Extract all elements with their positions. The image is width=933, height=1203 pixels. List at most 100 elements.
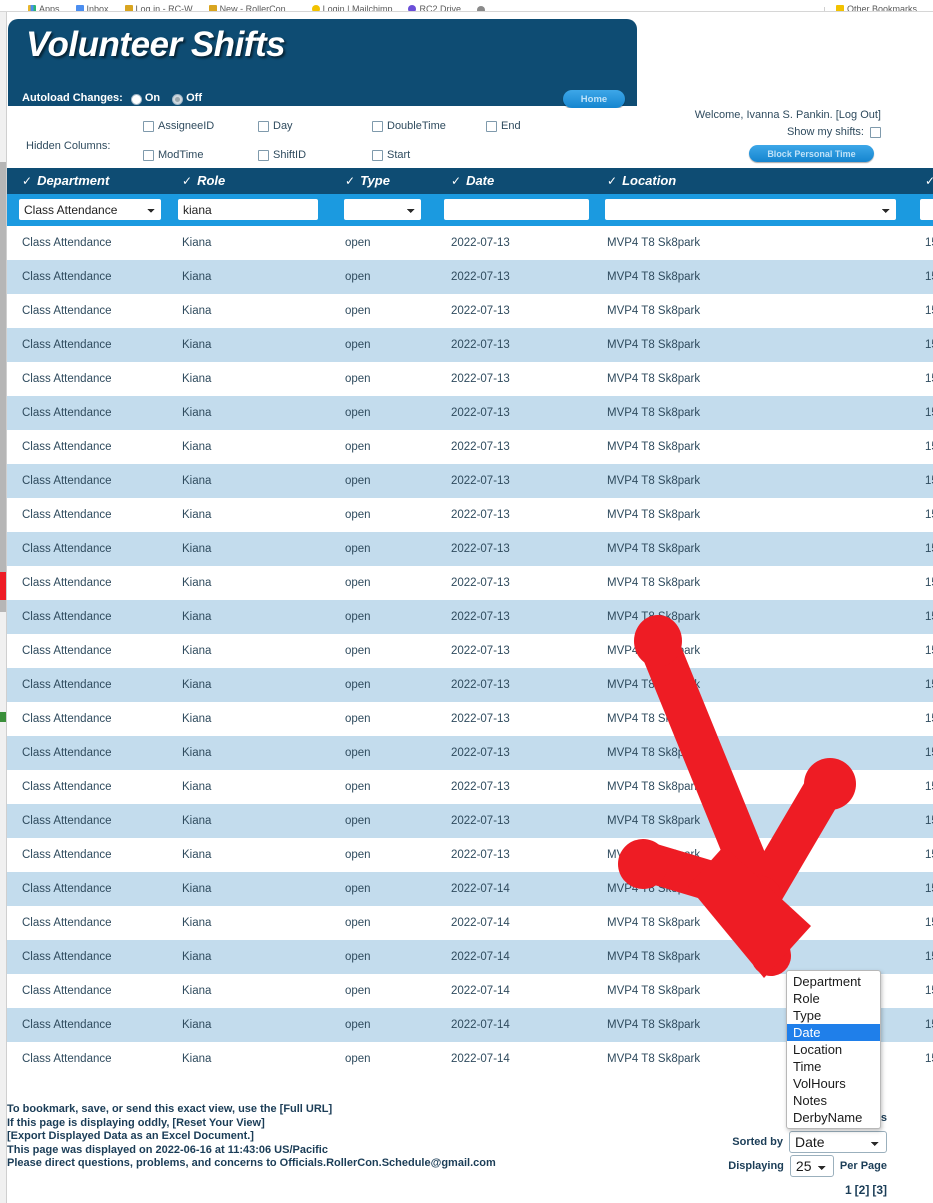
- sort-option-location[interactable]: Location: [787, 1041, 880, 1058]
- cell-location: MVP4 T8 Sk8park: [607, 645, 700, 657]
- table-row[interactable]: Class AttendanceKianaopen2022-07-13MVP4 …: [7, 668, 933, 702]
- column-header-type[interactable]: ✓ Type: [345, 173, 390, 188]
- table-row[interactable]: Class AttendanceKianaopen2022-07-13MVP4 …: [7, 430, 933, 464]
- page-link-3[interactable]: [3]: [872, 1183, 887, 1197]
- bookmark-inbox[interactable]: Inbox: [76, 4, 109, 12]
- autoload-on-label[interactable]: On: [145, 92, 160, 104]
- column-header-label: Role: [197, 173, 225, 188]
- table-row[interactable]: Class AttendanceKianaopen2022-07-13MVP4 …: [7, 770, 933, 804]
- bookmark-apps[interactable]: Apps: [28, 4, 60, 12]
- table-row[interactable]: Class AttendanceKianaopen2022-07-14MVP4 …: [7, 940, 933, 974]
- cell-time: 15: [925, 577, 933, 589]
- filter-location-select[interactable]: [605, 199, 896, 220]
- column-header-department[interactable]: ✓ Department: [22, 173, 109, 188]
- table-row[interactable]: Class AttendanceKianaopen2022-07-13MVP4 …: [7, 464, 933, 498]
- footer-line: If this page is displaying oddly, [Reset…: [7, 1117, 496, 1131]
- sort-option-time[interactable]: Time: [787, 1058, 880, 1075]
- sort-option-date[interactable]: Date: [787, 1024, 880, 1041]
- cell-date: 2022-07-13: [451, 271, 510, 283]
- show-my-shifts-checkbox[interactable]: [870, 127, 881, 138]
- sort-option-derbyname[interactable]: DerbyName: [787, 1109, 880, 1126]
- sort-option-role[interactable]: Role: [787, 990, 880, 1007]
- cell-location: MVP4 T8 Sk8park: [607, 1053, 700, 1065]
- filter-date-input[interactable]: [444, 199, 589, 220]
- checkbox-icon[interactable]: [143, 121, 154, 132]
- table-row[interactable]: Class AttendanceKianaopen2022-07-14MVP4 …: [7, 906, 933, 940]
- checkbox-icon[interactable]: [486, 121, 497, 132]
- bookmark-login-rcw[interactable]: Log in - RC-W: [125, 4, 193, 12]
- home-button[interactable]: Home: [563, 90, 625, 108]
- cell-time: 15: [925, 339, 933, 351]
- hidden-column-day[interactable]: Day: [258, 120, 293, 132]
- checkbox-icon[interactable]: [258, 150, 269, 161]
- bookmark-mailchimp[interactable]: Login | Mailchimp: [312, 4, 393, 12]
- autoload-radio-off[interactable]: [172, 94, 183, 105]
- column-header-location[interactable]: ✓ Location: [607, 173, 676, 188]
- cell-type: open: [345, 271, 371, 283]
- cell-location: MVP4 T8 Sk8park: [607, 373, 700, 385]
- cell-type: open: [345, 339, 371, 351]
- table-row[interactable]: Class AttendanceKianaopen2022-07-13MVP4 …: [7, 566, 933, 600]
- sort-option-department[interactable]: Department: [787, 973, 880, 990]
- autoload-radio-on[interactable]: [131, 94, 142, 105]
- autoload-off-label[interactable]: Off: [186, 92, 202, 104]
- checkbox-icon[interactable]: [143, 150, 154, 161]
- hidden-column-shiftid[interactable]: ShiftID: [258, 149, 306, 161]
- column-header-time[interactable]: ✓ Time: [925, 173, 933, 188]
- page-link-1[interactable]: 1: [845, 1183, 852, 1197]
- bookmark-rc2-drive[interactable]: RC2 Drive: [408, 4, 461, 12]
- sort-by-dropdown-list[interactable]: DepartmentRoleTypeDateLocationTimeVolHou…: [786, 970, 881, 1129]
- checkbox-icon[interactable]: [258, 121, 269, 132]
- checkbox-icon[interactable]: [372, 150, 383, 161]
- page-link-2[interactable]: [2]: [855, 1183, 870, 1197]
- sort-option-volhours[interactable]: VolHours: [787, 1075, 880, 1092]
- table-row[interactable]: Class AttendanceKianaopen2022-07-13MVP4 …: [7, 498, 933, 532]
- table-row[interactable]: Class AttendanceKianaopen2022-07-13MVP4 …: [7, 736, 933, 770]
- cell-date: 2022-07-14: [451, 951, 510, 963]
- table-row[interactable]: Class AttendanceKianaopen2022-07-13MVP4 …: [7, 260, 933, 294]
- table-row[interactable]: Class AttendanceKianaopen2022-07-13MVP4 …: [7, 362, 933, 396]
- per-page-select[interactable]: 25: [790, 1155, 834, 1177]
- sort-option-notes[interactable]: Notes: [787, 1092, 880, 1109]
- scrollbar-thumb[interactable]: [0, 162, 7, 612]
- cell-role: Kiana: [182, 917, 211, 929]
- filter-type-select[interactable]: [344, 199, 421, 220]
- filter-role-input[interactable]: [178, 199, 318, 220]
- hidden-column-start[interactable]: Start: [372, 149, 410, 161]
- table-row[interactable]: Class AttendanceKianaopen2022-07-13MVP4 …: [7, 532, 933, 566]
- block-personal-time-button[interactable]: Block Personal Time: [749, 145, 874, 162]
- bookmark-clock[interactable]: [477, 6, 485, 12]
- table-row[interactable]: Class AttendanceKianaopen2022-07-13MVP4 …: [7, 294, 933, 328]
- viewport-scrollbar[interactable]: [0, 12, 7, 1203]
- column-header-role[interactable]: ✓ Role: [182, 173, 225, 188]
- table-row[interactable]: Class AttendanceKianaopen2022-07-13MVP4 …: [7, 702, 933, 736]
- hidden-column-end[interactable]: End: [486, 120, 521, 132]
- other-bookmarks-folder[interactable]: Other Bookmarks: [816, 4, 917, 12]
- table-row[interactable]: Class AttendanceKianaopen2022-07-13MVP4 …: [7, 600, 933, 634]
- hidden-column-assigneeid[interactable]: AssigneeID: [143, 120, 214, 132]
- sort-option-type[interactable]: Type: [787, 1007, 880, 1024]
- show-my-shifts-row[interactable]: Show my shifts:: [787, 126, 881, 138]
- filter-department-select[interactable]: Class Attendance: [19, 199, 161, 220]
- cell-type: open: [345, 883, 371, 895]
- drive-icon: [408, 5, 416, 12]
- table-row[interactable]: Class AttendanceKianaopen2022-07-13MVP4 …: [7, 328, 933, 362]
- table-row[interactable]: Class AttendanceKianaopen2022-07-13MVP4 …: [7, 226, 933, 260]
- filter-time-input[interactable]: [920, 199, 933, 220]
- cell-type: open: [345, 441, 371, 453]
- cell-department: Class Attendance: [22, 237, 112, 249]
- table-row[interactable]: Class AttendanceKianaopen2022-07-13MVP4 …: [7, 804, 933, 838]
- hidden-column-doubletime[interactable]: DoubleTime: [372, 120, 446, 132]
- table-row[interactable]: Class AttendanceKianaopen2022-07-13MVP4 …: [7, 838, 933, 872]
- table-row[interactable]: Class AttendanceKianaopen2022-07-14MVP4 …: [7, 872, 933, 906]
- bookmark-new-rollercon[interactable]: New - RollerCon ...: [209, 4, 296, 12]
- column-header-date[interactable]: ✓ Date: [451, 173, 494, 188]
- hidden-column-modtime[interactable]: ModTime: [143, 149, 203, 161]
- table-row[interactable]: Class AttendanceKianaopen2022-07-13MVP4 …: [7, 396, 933, 430]
- page-title: Volunteer Shifts: [26, 25, 285, 65]
- footer-line: [Export Displayed Data as an Excel Docum…: [7, 1130, 496, 1144]
- checkbox-icon[interactable]: [372, 121, 383, 132]
- sorted-by-select[interactable]: Date: [789, 1131, 887, 1153]
- table-row[interactable]: Class AttendanceKianaopen2022-07-13MVP4 …: [7, 634, 933, 668]
- cell-type: open: [345, 985, 371, 997]
